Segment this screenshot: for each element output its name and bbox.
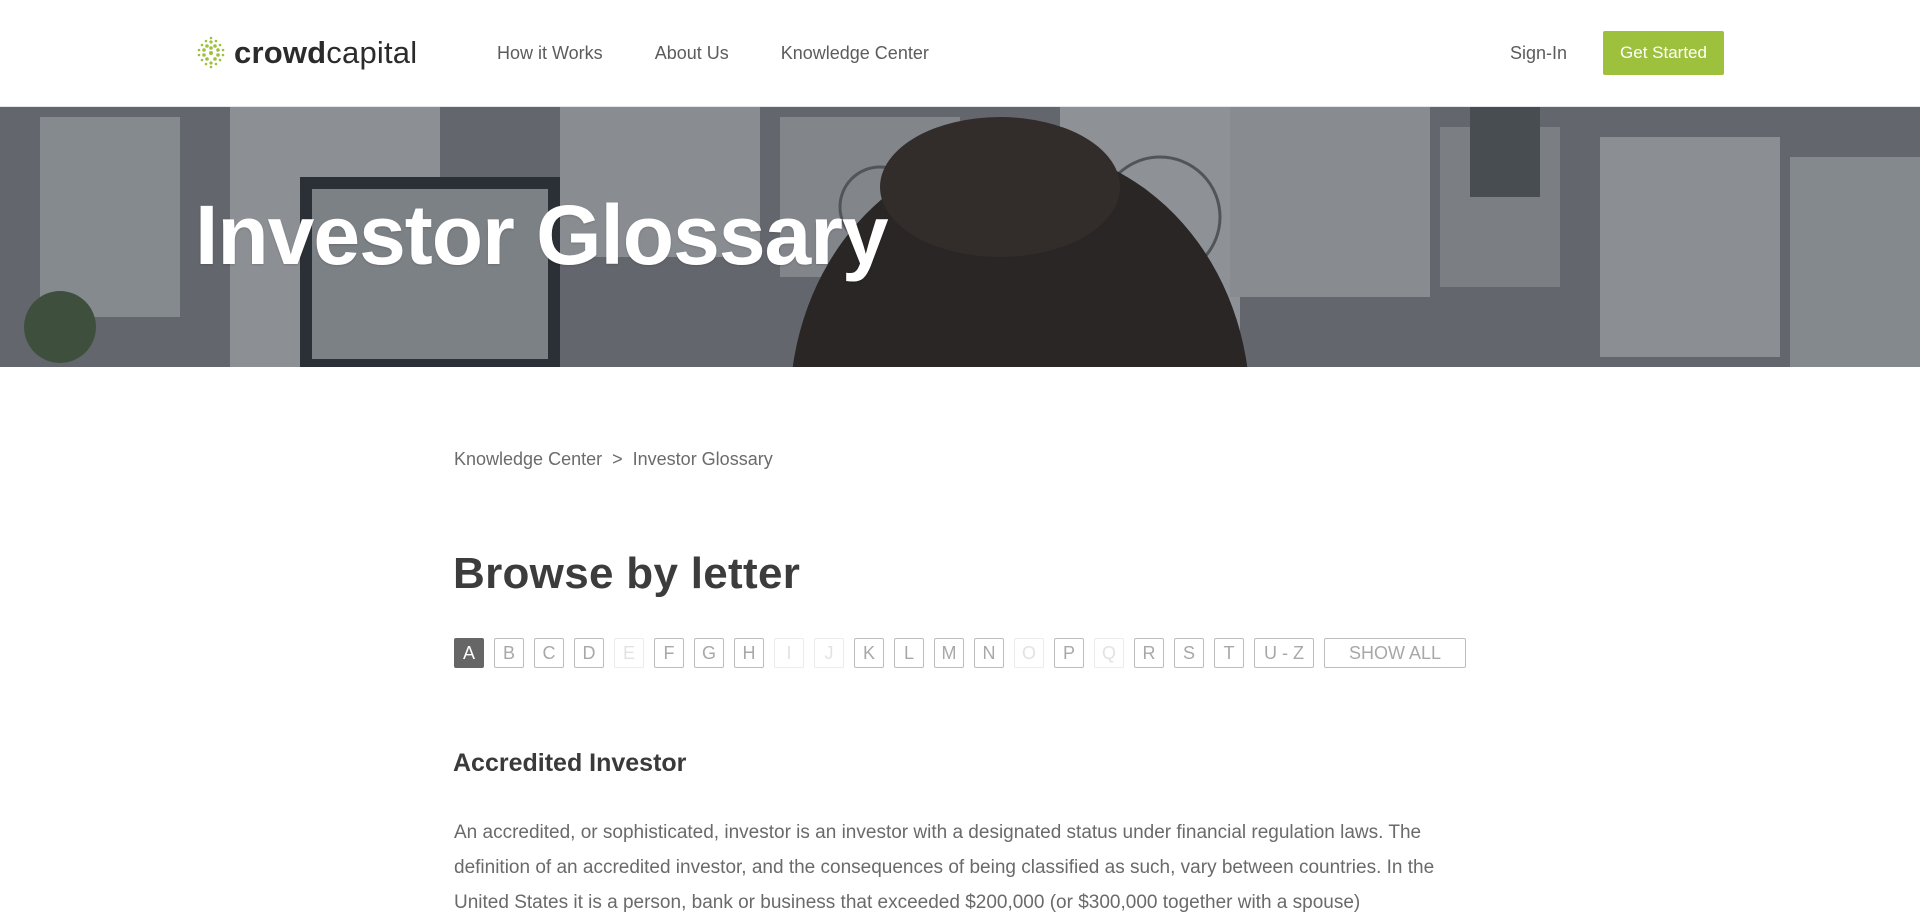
hero-banner: Investor Glossary <box>0 107 1920 367</box>
logo-text-light: capital <box>326 34 418 70</box>
browse-by-letter-heading: Browse by letter <box>453 549 801 598</box>
letter-button-q: Q <box>1094 638 1124 668</box>
letter-button-s[interactable]: S <box>1174 638 1204 668</box>
letter-button-c[interactable]: C <box>534 638 564 668</box>
site-header: crowdcapital How it Works About Us Knowl… <box>0 0 1920 107</box>
letter-button-g[interactable]: G <box>694 638 724 668</box>
letter-button-u-z[interactable]: U - Z <box>1254 638 1314 668</box>
letter-button-t[interactable]: T <box>1214 638 1244 668</box>
letter-button-l[interactable]: L <box>894 638 924 668</box>
breadcrumb-knowledge-center[interactable]: Knowledge Center <box>454 449 602 469</box>
breadcrumb: Knowledge Center > Investor Glossary <box>454 448 773 470</box>
letter-button-p[interactable]: P <box>1054 638 1084 668</box>
term-definition: An accredited, or sophisticated, investo… <box>454 822 1435 913</box>
letter-button-f[interactable]: F <box>654 638 684 668</box>
show-all-button[interactable]: SHOW ALL <box>1324 638 1466 668</box>
letter-filter: A B C D E F G H I J K L M N O P Q R S T … <box>454 638 1466 668</box>
breadcrumb-separator: > <box>612 449 623 469</box>
letter-button-n[interactable]: N <box>974 638 1004 668</box>
get-started-button[interactable]: Get Started <box>1603 31 1724 75</box>
page-title: Investor Glossary <box>195 188 889 282</box>
letter-button-a[interactable]: A <box>454 638 484 668</box>
nav-knowledge-center[interactable]: Knowledge Center <box>781 42 929 64</box>
letter-button-h[interactable]: H <box>734 638 764 668</box>
crowdcapital-logo[interactable]: crowdcapital <box>196 34 417 70</box>
nav-how-it-works[interactable]: How it Works <box>497 42 603 64</box>
logo-text: crowdcapital <box>234 37 417 68</box>
letter-button-o: O <box>1014 638 1044 668</box>
letter-button-j: J <box>814 638 844 668</box>
sign-in-link[interactable]: Sign-In <box>1510 42 1567 64</box>
letter-button-r[interactable]: R <box>1134 638 1164 668</box>
letter-button-e: E <box>614 638 644 668</box>
main-nav: How it Works About Us Knowledge Center <box>497 42 929 64</box>
breadcrumb-current: Investor Glossary <box>632 449 773 469</box>
letter-button-k[interactable]: K <box>854 638 884 668</box>
term-title: Accredited Investor <box>453 749 687 777</box>
letter-button-d[interactable]: D <box>574 638 604 668</box>
nav-about-us[interactable]: About Us <box>655 42 729 64</box>
letter-button-i: I <box>774 638 804 668</box>
logo-dots-icon <box>197 36 225 69</box>
logo-text-bold: crowd <box>234 34 327 70</box>
letter-button-m[interactable]: M <box>934 638 964 668</box>
letter-button-b[interactable]: B <box>494 638 524 668</box>
